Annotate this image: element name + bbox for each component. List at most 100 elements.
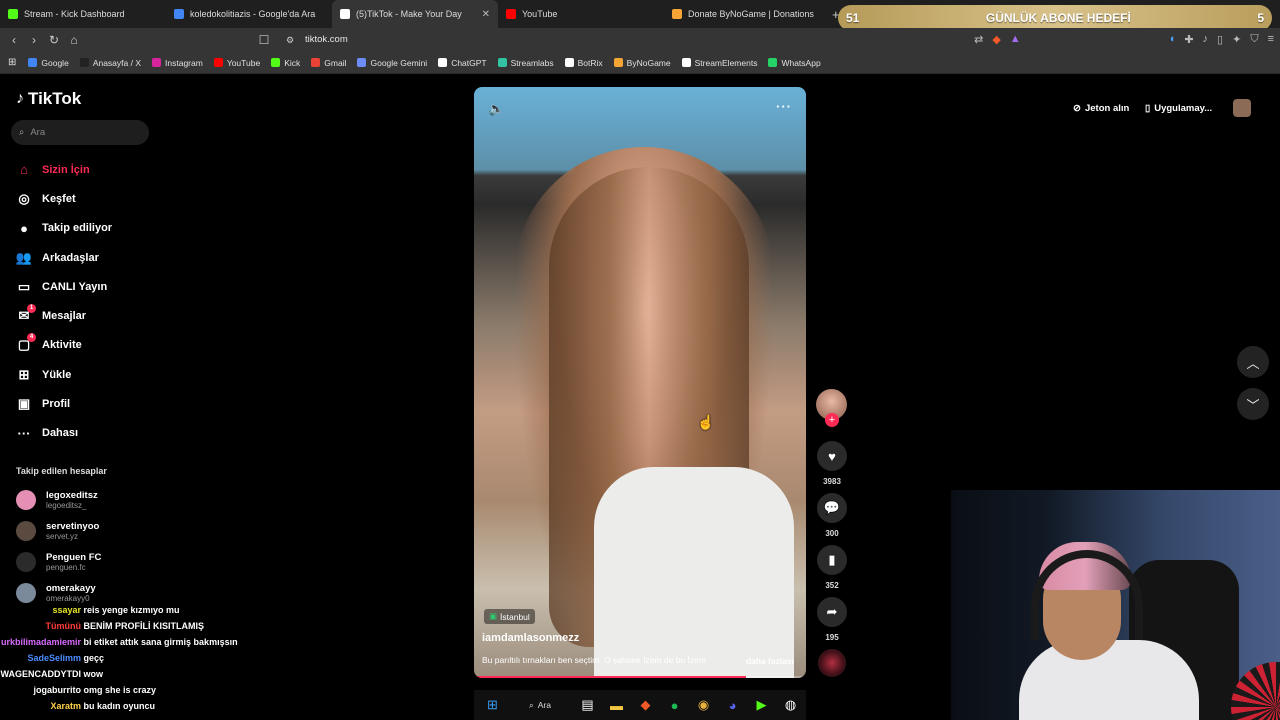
sidebar-item[interactable]: ◎ Keşfet <box>14 184 112 213</box>
vpn-icon[interactable]: ⛉ <box>1250 33 1258 46</box>
chat-username: jogaburrito <box>33 685 82 695</box>
sidebar-item[interactable]: ⌂ Sizin İçin <box>14 155 112 184</box>
location-tag[interactable]: ▣ İstanbul <box>484 609 535 624</box>
account-avatar <box>16 521 36 541</box>
browser-tab[interactable]: (5)TikTok - Make Your Day ✕ <box>332 0 498 28</box>
close-tab-icon[interactable]: ✕ <box>482 9 490 20</box>
bookmark-item[interactable]: Google Gemini <box>357 58 427 68</box>
tiktok-logo[interactable]: ♪ TikTok <box>16 89 81 109</box>
search-input[interactable]: ⌕ Ara <box>11 120 149 145</box>
followed-account[interactable]: omerakayy omerakayy0 <box>16 583 96 603</box>
bookmark-item[interactable]: Gmail <box>311 58 346 68</box>
share-action[interactable]: ➦ 195 <box>816 597 848 642</box>
sidebar-item[interactable]: ⊞ Yükle <box>14 360 112 389</box>
see-more-link[interactable]: daha fazlası <box>746 656 794 666</box>
creator-avatar[interactable]: + <box>816 389 847 427</box>
media-player-icon[interactable]: ▶ <box>749 693 774 718</box>
taskbar-search[interactable]: ⌕ Ara <box>509 700 571 711</box>
heart-icon[interactable]: ♥ <box>817 441 847 471</box>
video-player[interactable]: 🔈 ··· ▣ İstanbul iamdamlasonmezz Bu parı… <box>474 87 806 678</box>
account-name: legoxeditsz <box>46 490 98 501</box>
sidebar-item[interactable]: ▭ CANLI Yayın <box>14 272 112 301</box>
previous-video-button[interactable]: ︿ <box>1237 346 1269 378</box>
task-view-icon[interactable]: ▤ <box>575 693 600 718</box>
bookmark-item[interactable]: WhatsApp <box>768 58 821 68</box>
bookmark-label: Streamlabs <box>510 57 554 68</box>
apps-grid-icon[interactable]: ⊞ <box>8 57 16 68</box>
sidebar-item[interactable]: ▢ 4 Aktivite <box>14 331 112 360</box>
chat-text: omg she is crazy <box>83 685 157 695</box>
bookmark-item[interactable]: ChatGPT <box>438 58 487 68</box>
bookmark-item[interactable]: Google <box>28 58 69 68</box>
rewards-icon[interactable]: ▲ <box>1010 33 1021 46</box>
sidebar-item-label: Mesajlar <box>42 310 87 323</box>
file-explorer-icon[interactable]: ▬ <box>604 693 629 718</box>
activity-icon: ▢ 4 <box>14 333 36 353</box>
bookmark-icon[interactable]: ☐ <box>254 33 274 47</box>
back-icon[interactable]: ‹ <box>4 33 24 47</box>
bookmark-item[interactable]: ByNoGame <box>613 58 671 68</box>
comment-action[interactable]: 💬 300 <box>816 493 848 538</box>
video-progress-fill <box>474 676 747 678</box>
more-options-icon[interactable]: ··· <box>776 99 792 114</box>
browser-tab[interactable]: Stream - Kick Dashboard <box>0 0 166 28</box>
extension-icon[interactable]: ◖ <box>1169 33 1176 46</box>
leo-icon[interactable]: ✦ <box>1232 33 1241 46</box>
sidebar-item[interactable]: 👥 Arkadaşlar <box>14 243 112 272</box>
menu-icon[interactable]: ≡ <box>1268 33 1274 46</box>
sidebar-item[interactable]: ● Takip ediliyor <box>14 214 112 243</box>
like-action[interactable]: ♥ 3983 <box>816 441 848 486</box>
video-progress-bar[interactable] <box>474 676 806 678</box>
user-avatar[interactable] <box>1233 99 1251 117</box>
obs-icon[interactable]: ◍ <box>778 693 803 718</box>
bookmark-item[interactable]: Instagram <box>152 58 203 68</box>
bookmark-item[interactable]: StreamElements <box>681 58 757 68</box>
chat-message: urkbilimadamiemir bi etiket attık sana g… <box>1 637 238 647</box>
compass-icon: ◎ <box>18 190 30 206</box>
spotify-icon[interactable]: ● <box>662 693 687 718</box>
follow-plus-icon[interactable]: + <box>825 413 839 427</box>
reload-icon[interactable]: ↻ <box>44 33 64 47</box>
followed-account[interactable]: legoxeditsz legoeditsz_ <box>16 490 98 510</box>
followed-account[interactable]: Penguen FC penguen.fc <box>16 552 101 572</box>
bookmark-favicon-icon <box>357 58 367 67</box>
forward-icon[interactable]: › <box>24 33 44 47</box>
video-username[interactable]: iamdamlasonmezz <box>482 632 579 644</box>
browser-tab[interactable]: YouTube <box>498 0 664 28</box>
comment-icon[interactable]: 💬 <box>817 493 847 523</box>
discord-icon[interactable]: ◕ <box>720 693 745 718</box>
url-field[interactable]: tiktok.com <box>305 34 348 45</box>
browser-tab[interactable]: koledokolitiazis - Google'da Ara <box>166 0 332 28</box>
bookmark-item[interactable]: Streamlabs <box>497 57 554 68</box>
save-action[interactable]: ▮ 352 <box>816 545 848 590</box>
sidebar-item[interactable]: ✉ 1 Mesajlar <box>14 301 112 330</box>
bookmark-item[interactable]: BotRix <box>564 58 603 68</box>
bookmark-item[interactable]: Kick <box>271 58 300 68</box>
chat-text: reis yenge kızmıyo mu <box>83 605 180 615</box>
chat-username: urkbilimadamiemir <box>0 637 81 647</box>
translate-icon[interactable]: ⇄ <box>974 33 983 46</box>
sidebar-item[interactable]: ▣ Profil <box>14 389 112 418</box>
site-info-icon[interactable]: ⚙ <box>280 35 300 46</box>
chrome-icon[interactable]: ◉ <box>691 693 716 718</box>
home-button-icon[interactable]: ⌂ <box>64 33 84 47</box>
sidebar-icon[interactable]: ▯ <box>1217 33 1223 46</box>
windows-start-icon[interactable]: ⊞ <box>480 693 505 718</box>
bookmark-save-icon[interactable]: ▮ <box>817 545 847 575</box>
bookmark-item[interactable]: Anasayfa / X <box>79 58 141 68</box>
followed-account[interactable]: servetinyoo servet.yz <box>16 521 99 541</box>
browser-tab[interactable]: Donate ByNoGame | Donations <box>664 0 830 28</box>
volume-icon[interactable]: 🔈 <box>488 101 504 117</box>
bookmark-item[interactable]: YouTube <box>213 58 260 68</box>
next-video-button[interactable]: ﹀ <box>1237 388 1269 420</box>
get-app-button[interactable]: ▯ Uygulamay... <box>1145 97 1212 119</box>
brave-browser-icon[interactable]: ◆ <box>633 693 658 718</box>
chat-text: geçç <box>83 653 105 663</box>
music-icon[interactable]: ♪ <box>1203 33 1209 46</box>
puzzle-icon[interactable]: ✚ <box>1184 33 1193 46</box>
brave-shield-icon[interactable]: ◆ <box>992 33 1000 46</box>
music-disc-icon[interactable] <box>818 649 846 677</box>
share-icon[interactable]: ➦ <box>817 597 847 627</box>
sidebar-item[interactable]: ··· Dahası <box>14 419 112 448</box>
get-coins-button[interactable]: ⊘ Jeton alın <box>1073 97 1129 119</box>
